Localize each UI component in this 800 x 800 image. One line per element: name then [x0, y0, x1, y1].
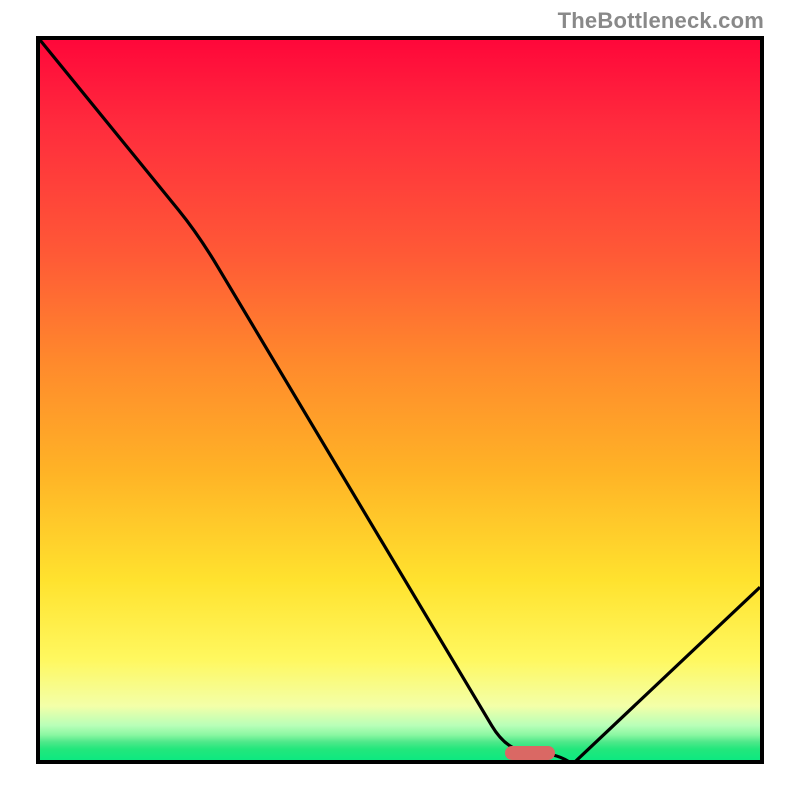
chart-container: TheBottleneck.com [0, 0, 800, 800]
optimal-marker [505, 746, 555, 760]
plot-area [36, 36, 764, 764]
bottleneck-curve [40, 40, 760, 760]
curve-svg [40, 40, 760, 760]
watermark-text: TheBottleneck.com [558, 8, 764, 34]
